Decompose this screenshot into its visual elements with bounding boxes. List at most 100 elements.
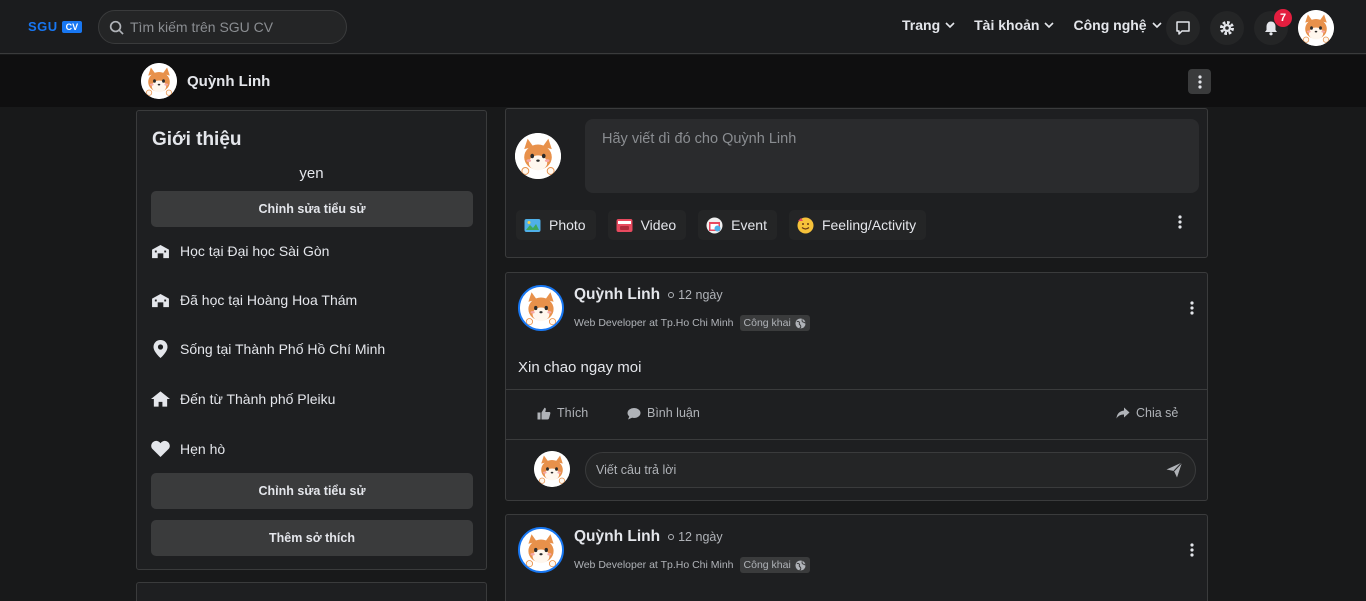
reply-box[interactable] [585,452,1196,488]
intro-bio: yen [299,165,324,182]
intro-item-lives: Sống tại Thành Phố Hồ Chí Minh [151,340,385,358]
share-label: Chia sẻ [1136,406,1179,420]
post-time: 12 ngày [668,530,723,544]
globe-icon [795,317,806,329]
send-icon[interactable] [1166,462,1183,478]
edit-bio-button[interactable]: Chỉnh sửa tiểu sử [151,191,473,227]
chevron-down-icon [944,19,956,31]
intro-item-relationship: Hẹn hò [151,440,225,457]
reply-input[interactable] [596,463,1156,477]
share-button[interactable]: Chia sẻ [1116,406,1178,420]
search-input[interactable] [130,19,330,35]
more-vertical-icon[interactable] [1190,543,1194,557]
add-hobby-button[interactable]: Thêm sở thích [151,520,473,556]
photo-icon [524,218,541,232]
app-logo[interactable]: SGU CV [28,19,83,34]
intro-item-text: Hẹn hò [180,440,226,457]
post-actions: Thích Bình luận Chia sẻ [506,389,1207,440]
privacy-label: Công khai [743,317,791,329]
nav-menu-label: Trang [902,17,941,33]
time-dot-icon [668,534,675,540]
more-vertical-icon[interactable] [1190,301,1194,315]
nav-menu-trang[interactable]: Trang [902,17,956,33]
thumbs-up-icon [537,407,551,419]
more-vertical-icon [1198,75,1202,89]
post-time: 12 ngày [668,288,723,302]
post-time-text: 12 ngày [678,530,723,544]
privacy-badge[interactable]: Công khai [739,315,810,331]
event-label: Event [731,217,767,233]
privacy-badge[interactable]: Công khai [739,557,810,573]
event-button[interactable]: Event [698,210,777,240]
profile-subheader: Quỳnh Linh [0,55,1366,107]
feeling-activity-label: Feeling/Activity [821,217,917,233]
photo-button[interactable]: Photo [516,210,596,240]
chevron-down-icon [1151,19,1163,31]
edit-bio-button-2[interactable]: Chỉnh sửa tiểu sử [151,473,473,509]
logo-badge: CV [61,20,83,33]
message-icon [1176,21,1190,35]
notifications-button[interactable]: 7 [1254,9,1292,45]
notification-badge: 7 [1274,9,1292,27]
home-icon [151,391,170,407]
heart-icon [151,440,170,457]
nav-menu-label: Công nghệ [1073,17,1147,33]
profile-name: Quỳnh Linh [187,72,271,90]
intro-item-studied: Đã học tại Hoàng Hoa Thám [151,292,357,308]
video-button[interactable]: Video [607,210,687,240]
nav-menu-cong-nghe[interactable]: Công nghệ [1073,17,1162,33]
search-bar[interactable] [98,10,347,44]
post-author-name[interactable]: Quỳnh Linh [574,528,660,546]
comment-button[interactable]: Bình luận [627,406,700,420]
intro-item-study: Học tại Đại học Sài Gòn [151,243,329,259]
more-vertical-icon[interactable] [1178,215,1182,229]
time-dot-icon [668,292,675,298]
intro-card: Giới thiệu yen Chỉnh sửa tiểu sử Học tại… [136,110,487,570]
post-content: Xin chao ngay moi [518,359,642,376]
messages-button[interactable] [1166,11,1200,45]
profile-identity[interactable]: Quỳnh Linh [141,63,270,99]
location-pin-icon [153,340,168,358]
search-icon [109,20,124,35]
profile-avatar [141,63,177,99]
post-author-subtitle: Web Developer at Tp.Ho Chi Minh [574,559,734,571]
chevron-down-icon [1043,19,1055,31]
intro-title: Giới thiệu [152,129,242,150]
intro-item-text: Học tại Đại học Sài Gòn [180,243,330,259]
composer-avatar [515,133,561,179]
post-composer: Hãy viết dì đó cho Quỳnh Linh Photo Vide… [505,108,1208,258]
photo-label: Photo [549,217,586,233]
comment-icon [627,407,641,419]
post-author-subtitle: Web Developer at Tp.Ho Chi Minh [574,317,734,329]
event-icon [706,217,723,233]
feeling-activity-button[interactable]: Feeling/Activity [788,210,927,240]
post-author-avatar[interactable] [518,285,564,331]
settings-button[interactable] [1210,11,1244,45]
like-button[interactable]: Thích [537,406,588,420]
video-icon [616,218,633,232]
video-label: Video [640,217,677,233]
post-author-name[interactable]: Quỳnh Linh [574,286,660,304]
privacy-label: Công khai [743,559,791,571]
post-card: Quỳnh Linh 12 ngày Web Developer at Tp.H… [505,514,1208,601]
share-icon [1116,407,1130,419]
post-card: Quỳnh Linh 12 ngày Web Developer at Tp.H… [505,272,1208,501]
logo-text: SGU [28,19,58,34]
nav-menu-tai-khoan[interactable]: Tài khoản [974,17,1055,33]
comment-label: Bình luận [647,406,700,420]
user-avatar[interactable] [1298,10,1334,46]
nav-menu-label: Tài khoản [974,17,1040,33]
composer-input[interactable]: Hãy viết dì đó cho Quỳnh Linh [585,119,1199,193]
post-author-avatar[interactable] [518,527,564,573]
school-icon [151,244,170,259]
intro-item-text: Đến từ Thành phố Pleiku [180,391,336,407]
top-navbar: SGU CV Trang Tài khoản Công nghệ 7 [0,0,1366,54]
intro-item-text: Sống tại Thành Phố Hồ Chí Minh [180,341,386,357]
intro-item-text: Đã học tại Hoàng Hoa Thám [180,292,358,308]
profile-more-button[interactable] [1188,69,1211,94]
like-label: Thích [557,406,589,420]
school-icon [151,293,170,308]
feeling-emoji-icon [797,217,814,233]
secondary-card [136,582,487,601]
globe-icon [795,559,806,571]
